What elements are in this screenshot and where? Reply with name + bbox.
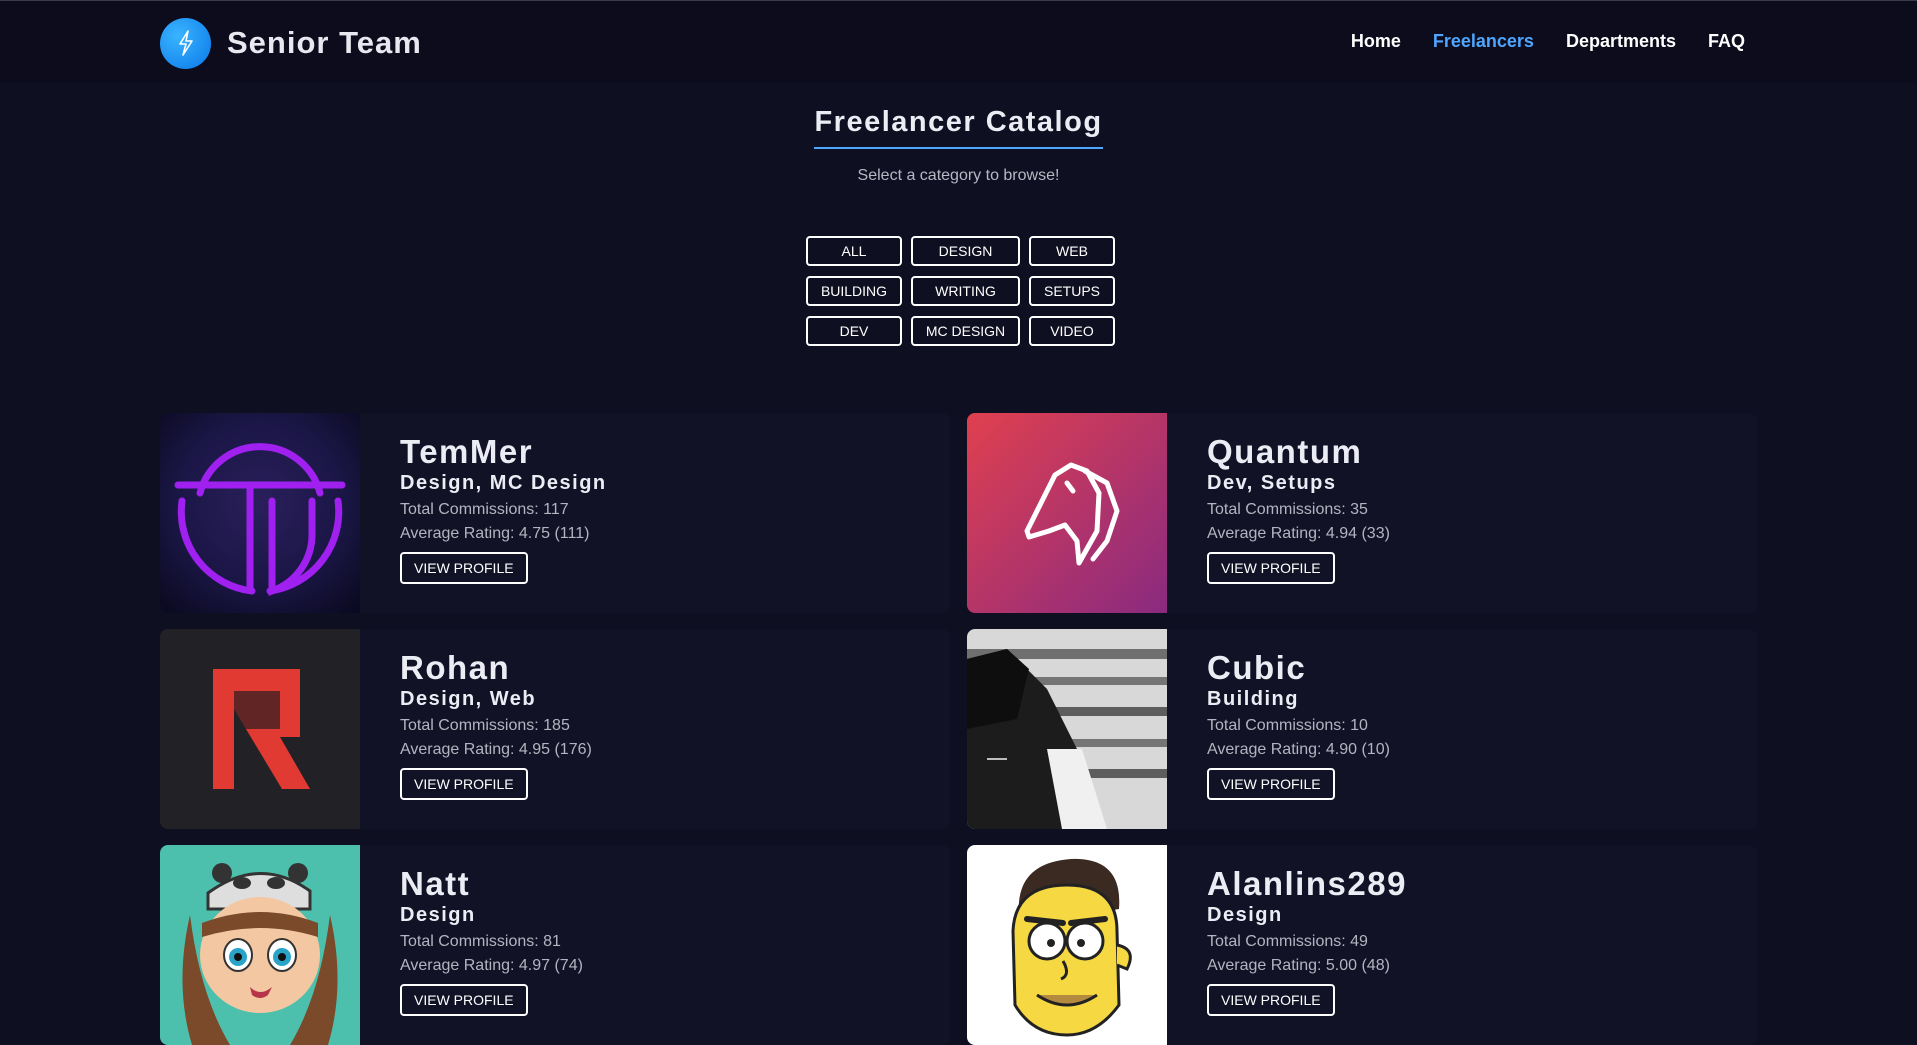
view-profile-button[interactable]: VIEW PROFILE: [400, 984, 528, 1016]
total-commissions: Total Commissions: 10: [1207, 717, 1368, 734]
page-subtitle: Select a category to browse!: [857, 167, 1060, 184]
freelancer-card: Natt Design Total Commissions: 81 Averag…: [160, 845, 950, 1045]
freelancer-avatar: [160, 845, 360, 1045]
nav-faq[interactable]: FAQ: [1708, 31, 1745, 52]
site-header: Senior Team Home Freelancers Departments…: [0, 0, 1917, 83]
average-rating: Average Rating: 4.90 (10): [1207, 741, 1390, 758]
freelancer-card: Cubic Building Total Commissions: 10 Ave…: [967, 629, 1757, 829]
freelancer-name: Natt: [400, 865, 471, 902]
average-rating: Average Rating: 4.94 (33): [1207, 525, 1390, 542]
freelancer-avatar: [967, 845, 1167, 1045]
view-profile-button[interactable]: VIEW PROFILE: [1207, 984, 1335, 1016]
freelancer-name: Quantum: [1207, 433, 1363, 470]
average-rating: Average Rating: 5.00 (48): [1207, 957, 1390, 974]
category-filters: ALL DESIGN WEB BUILDING WRITING SETUPS D…: [806, 236, 1115, 346]
main-nav: Home Freelancers Departments FAQ: [1351, 31, 1745, 52]
total-commissions: Total Commissions: 81: [400, 933, 561, 950]
view-profile-button[interactable]: VIEW PROFILE: [400, 768, 528, 800]
filter-design-button[interactable]: DESIGN: [911, 236, 1020, 266]
view-profile-button[interactable]: VIEW PROFILE: [1207, 552, 1335, 584]
freelancer-categories: Design: [1207, 904, 1283, 926]
brand[interactable]: Senior Team: [160, 17, 422, 69]
freelancer-name: Cubic: [1207, 649, 1307, 686]
view-profile-button[interactable]: VIEW PROFILE: [400, 552, 528, 584]
nav-departments[interactable]: Departments: [1566, 31, 1676, 52]
nav-freelancers[interactable]: Freelancers: [1433, 31, 1534, 52]
filter-video-button[interactable]: VIDEO: [1029, 316, 1115, 346]
view-profile-button[interactable]: VIEW PROFILE: [1207, 768, 1335, 800]
brand-name: Senior Team: [227, 25, 422, 60]
freelancer-card: Alanlins289 Design Total Commissions: 49…: [967, 845, 1757, 1045]
filter-dev-button[interactable]: DEV: [806, 316, 902, 346]
freelancer-card: TemMer Design, MC Design Total Commissio…: [160, 413, 950, 613]
average-rating: Average Rating: 4.75 (111): [400, 525, 590, 542]
filter-setups-button[interactable]: SETUPS: [1029, 276, 1115, 306]
freelancer-categories: Design, Web: [400, 688, 537, 710]
average-rating: Average Rating: 4.97 (74): [400, 957, 583, 974]
freelancer-categories: Design, MC Design: [400, 472, 607, 494]
freelancer-name: TemMer: [400, 433, 534, 470]
total-commissions: Total Commissions: 185: [400, 717, 570, 734]
filter-building-button[interactable]: BUILDING: [806, 276, 902, 306]
total-commissions: Total Commissions: 49: [1207, 933, 1368, 950]
freelancer-name: Alanlins289: [1207, 865, 1407, 902]
freelancer-card: Quantum Dev, Setups Total Commissions: 3…: [967, 413, 1757, 613]
freelancer-avatar: [160, 413, 360, 613]
freelancer-categories: Design: [400, 904, 476, 926]
filter-writing-button[interactable]: WRITING: [911, 276, 1020, 306]
page-title: Freelancer Catalog: [814, 106, 1103, 149]
freelancer-name: Rohan: [400, 649, 511, 686]
catalog-heading: Freelancer Catalog: [0, 106, 1917, 149]
freelancer-categories: Building: [1207, 688, 1299, 710]
filter-mc-design-button[interactable]: MC DESIGN: [911, 316, 1020, 346]
nav-home[interactable]: Home: [1351, 31, 1401, 52]
freelancer-avatar: [160, 629, 360, 829]
filter-web-button[interactable]: WEB: [1029, 236, 1115, 266]
freelancer-categories: Dev, Setups: [1207, 472, 1337, 494]
total-commissions: Total Commissions: 117: [400, 501, 569, 518]
freelancer-avatar: [967, 413, 1167, 613]
average-rating: Average Rating: 4.95 (176): [400, 741, 592, 758]
freelancer-avatar: [967, 629, 1167, 829]
total-commissions: Total Commissions: 35: [1207, 501, 1368, 518]
freelancer-card: Rohan Design, Web Total Commissions: 185…: [160, 629, 950, 829]
lightning-logo-icon: [160, 17, 211, 69]
filter-all-button[interactable]: ALL: [806, 236, 902, 266]
